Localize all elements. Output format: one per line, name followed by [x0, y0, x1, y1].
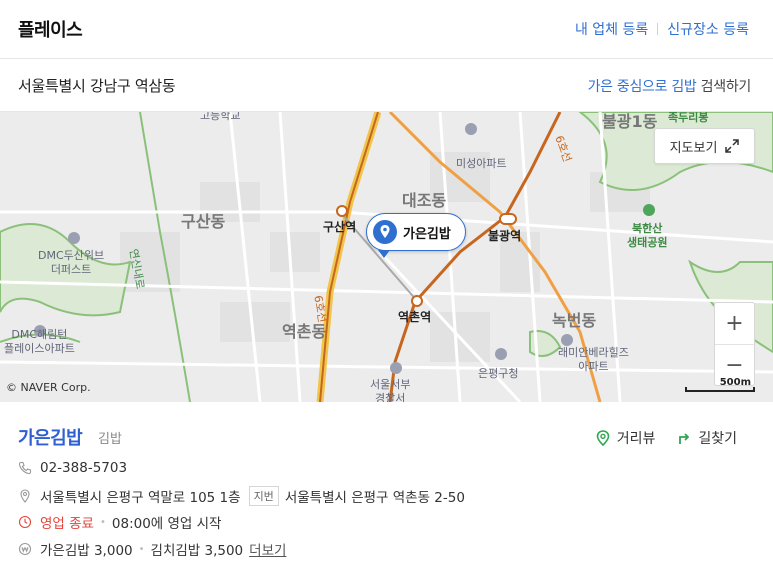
clock-icon [18, 515, 32, 529]
area-label-nokbeon: 녹번동 [552, 311, 597, 330]
zoom-in-button[interactable]: + [715, 303, 754, 344]
menu-more-link[interactable]: 더보기 [249, 539, 286, 559]
poi-label-ramian: 래미안베라힐즈 아파트 [558, 346, 629, 373]
map-view[interactable]: 대조동 구산동 역촌동 녹번동 불광1동 구산역 불광역 역촌역 고등학교 미성… [0, 112, 773, 402]
marker-label: 가은김밥 [403, 226, 451, 242]
expand-icon [725, 139, 740, 153]
status-separator: • [99, 516, 106, 528]
address-row: 서울특별시 은평구 역말로 105 1층 지번 서울특별시 은평구 역촌동 2-… [18, 486, 465, 506]
menu-item-1: 가은김밥 3,000 [40, 543, 133, 559]
menu-separator: • [138, 543, 145, 555]
phone-number[interactable]: 02-388-5703 [40, 460, 127, 476]
poi-label-dmc-haerim: DMC해림턴 플레이스아파트 [4, 328, 75, 355]
place-marker[interactable]: 가은김밥 [366, 213, 466, 251]
link-divider [657, 23, 659, 35]
search-suffix: 검색하기 [696, 79, 752, 95]
register-new-place-link[interactable]: 신규장소 등록 [667, 19, 749, 39]
area-label-gusan: 구산동 [181, 212, 226, 231]
location-icon [20, 489, 30, 503]
header: 플레이스 내 업체 등록 신규장소 등록 [0, 0, 773, 59]
place-name[interactable]: 가은김밥 [18, 424, 83, 450]
poi-label-seoul-west: 서울서부 경찰서 [370, 378, 411, 402]
lot-address: 서울특별시 은평구 역촌동 2-50 [284, 490, 465, 506]
directions-button[interactable]: 길찾기 [677, 428, 737, 448]
menu-row: 가은김밥 3,000 • 김치김밥 3,500 더보기 [18, 539, 286, 559]
location-bar: 서울특별시 강남구 역삼동 가은 중심으로 김밥 검색하기 [0, 59, 773, 112]
phone-row: 02-388-5703 [18, 460, 127, 476]
street-view-button[interactable]: 거리뷰 [596, 428, 656, 448]
won-icon [18, 542, 32, 556]
poi-label-misung: 미성아파트 [456, 157, 507, 170]
area-label-daejo: 대조동 [402, 191, 447, 210]
poi-label-sokdu: 족두리봉 [668, 112, 709, 124]
header-links: 내 업체 등록 신규장소 등록 [575, 19, 749, 39]
station-label-yeokchon: 역촌역 [398, 310, 432, 324]
directions-arrow-icon [679, 433, 690, 444]
marker-tail [378, 250, 390, 258]
directions-label: 길찾기 [698, 431, 737, 447]
poi-label-dmc-doosan: DMC두산위브 더퍼스트 [38, 249, 105, 276]
status-closed: 영업 종료 [40, 516, 94, 532]
menu-item-2: 김치김밥 3,500 [150, 543, 244, 559]
location-pin-icon [373, 220, 397, 244]
place-category: 김밥 [98, 432, 122, 447]
place-actions: 거리뷰 길찾기 [596, 428, 737, 448]
area-label-bulgwang: 불광1동 [602, 112, 658, 131]
phone-icon [18, 461, 32, 475]
lot-address-tag: 지번 [248, 486, 279, 506]
poi-label-bukhansan: 북한산 생태공원 [627, 222, 668, 249]
search-around-link[interactable]: 가은 중심으로 김밥 검색하기 [587, 76, 752, 96]
scale-label: 500m [719, 377, 751, 388]
street-view-label: 거리뷰 [616, 431, 656, 447]
poi-label-school: 고등학교 [200, 112, 241, 122]
search-keyword: 가은 중심으로 김밥 [587, 79, 697, 95]
map-copyright: © NAVER Corp. [6, 381, 91, 394]
page-title: 플레이스 [18, 20, 83, 41]
map-view-button[interactable]: 지도보기 [654, 128, 755, 164]
register-business-link[interactable]: 내 업체 등록 [575, 19, 648, 39]
road-address: 서울특별시 은평구 역말로 105 1층 [40, 490, 241, 506]
status-open-time: 08:00에 영업 시작 [111, 516, 222, 532]
current-location: 서울특별시 강남구 역삼동 [18, 77, 176, 95]
hours-row: 영업 종료 • 08:00에 영업 시작 [18, 512, 221, 532]
poi-label-eunpyeong-office: 은평구청 [478, 367, 519, 380]
place-info: 가은김밥 김밥 거리뷰 길찾기 02-388-5703 서울특별시 은평구 역말… [0, 402, 773, 577]
map-scale: 500m [685, 377, 755, 392]
station-label-bulgwang: 불광역 [488, 229, 522, 243]
map-pin-icon [596, 430, 610, 446]
station-label-gusan: 구산역 [323, 220, 357, 234]
map-view-label: 지도보기 [669, 140, 718, 156]
zoom-control: + − [714, 302, 755, 386]
